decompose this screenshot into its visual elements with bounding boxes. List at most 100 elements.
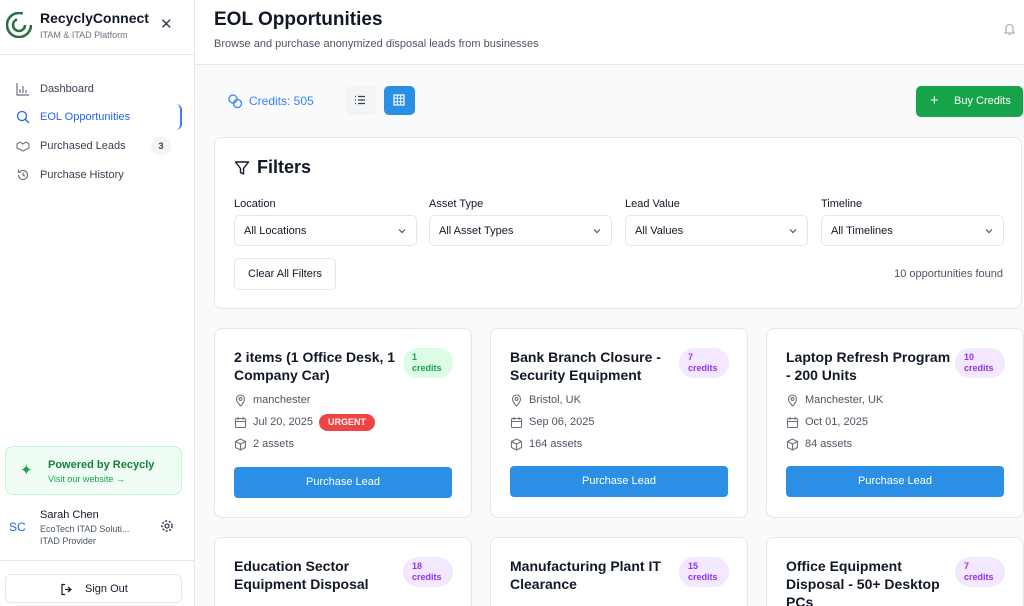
asset-type-select-value: All Asset Types [439,225,514,237]
sidebar-item-label: EOL Opportunities [40,111,131,123]
filters-panel: Filters Location All Locations Asset Typ… [214,137,1022,309]
lead-value-select-value: All Values [635,225,684,237]
assets-text: 84 assets [805,438,853,450]
powered-by-card[interactable]: ✦ Powered by Recycly Visit our website → [5,446,182,495]
brand-header: RecyclyConnect ITAM & ITAD Platform ✕ [0,0,194,55]
calendar-icon [510,417,523,429]
avatar: SC [9,520,26,534]
package-icon [786,438,799,451]
calendar-icon [786,417,799,429]
sidebar-item-eol-opportunities[interactable]: EOL Opportunities [8,104,182,130]
map-pin-icon [787,394,798,407]
assets-text: 164 assets [529,438,583,450]
app-name: RecyclyConnect [40,10,149,26]
credits-value: 1 [412,352,418,362]
credits-badge: 7 credits [955,557,1005,587]
package-icon [510,438,523,451]
buy-credits-label: Buy Credits [954,95,1011,107]
sidebar-item-purchased-leads[interactable]: Purchased Leads 3 [8,133,182,159]
filters-title: Filters [257,157,312,177]
credits-badge: 7 credits [679,348,729,378]
credits-value: 18 [412,561,423,571]
search-icon [16,110,30,124]
sidebar: RecyclyConnect ITAM & ITAD Platform ✕ Da… [0,0,195,606]
page-title: EOL Opportunities [214,9,383,30]
credits-value: 7 [964,561,970,571]
sidebar-item-label: Purchase History [40,169,124,181]
close-icon[interactable]: ✕ [160,15,173,33]
filter-icon [234,161,250,175]
lead-title: Education Sector Equipment Disposal [234,558,369,592]
buy-credits-button[interactable]: + Buy Credits [916,86,1023,117]
urgent-badge: URGENT [319,414,375,431]
location-filter-label: Location [234,198,276,210]
assets-text: 2 assets [253,438,294,450]
app-tagline: ITAM & ITAD Platform [40,30,128,40]
sidebar-item-label: Purchased Leads [40,140,126,152]
website-link[interactable]: Visit our website → [48,474,125,484]
lead-card: Education Sector Equipment Disposal 18 cr… [214,537,472,606]
sign-out-button[interactable]: Sign Out [5,574,182,603]
asset-type-select[interactable]: All Asset Types [429,215,612,246]
credits-unit: credits [412,572,442,582]
lead-card: Laptop Refresh Program - 200 Units 10 cre… [766,328,1024,518]
credits-badge: 15 credits [679,557,729,587]
purchase-lead-button[interactable]: Purchase Lead [234,467,452,498]
recycle-logo-icon [6,12,32,38]
credits-unit: credits [964,363,994,373]
coins-icon [228,94,243,109]
clear-filters-button[interactable]: Clear All Filters [234,258,336,290]
lead-title: Bank Branch Closure - Security Equipment [510,349,661,383]
credits-value: 10 [964,352,975,362]
page-header: EOL Opportunities Browse and purchase an… [195,0,1024,65]
location-text: Manchester, UK [805,394,884,406]
powered-title: Powered by Recycly [48,459,155,471]
lead-value-filter-label: Lead Value [625,198,680,210]
purchase-lead-button[interactable]: Purchase Lead [510,466,728,497]
lead-card: Manufacturing Plant IT Clearance 15 credi… [490,537,748,606]
list-icon [355,95,365,105]
sidebar-item-purchase-history[interactable]: Purchase History [8,162,182,188]
purchase-lead-button[interactable]: Purchase Lead [786,466,1004,497]
credits-badge: 18 credits [403,557,453,587]
date-text: Sep 06, 2025 [529,416,595,428]
map-pin-icon [235,394,246,407]
date-text: Jul 20, 2025 [253,416,313,428]
user-role: ITAD Provider [40,536,96,546]
lead-card: 2 items (1 Office Desk, 1 Company Car) 1… [214,328,472,518]
credits-unit: credits [964,572,994,582]
chevron-down-icon [985,229,993,234]
sparkle-icon: ✦ [20,462,33,479]
history-icon [17,169,29,181]
list-view-button[interactable] [345,86,376,115]
lead-title: Manufacturing Plant IT Clearance [510,558,661,592]
plus-icon: + [930,92,939,109]
calendar-icon [234,417,247,429]
user-profile: SC Sarah Chen EcoTech ITAD Soluti... ITA… [0,503,194,561]
sign-out-label: Sign Out [85,583,128,595]
credits-label: Credits: 505 [249,94,314,108]
grid-view-button[interactable] [384,86,415,115]
sidebar-item-dashboard[interactable]: Dashboard [8,76,182,102]
results-count: 10 opportunities found [894,268,1003,280]
credits-badge: 10 credits [955,348,1005,378]
timeline-select-value: All Timelines [831,225,893,237]
gear-icon[interactable] [160,519,174,533]
bell-icon[interactable] [1003,22,1016,36]
location-select-value: All Locations [244,225,307,237]
map-pin-icon [511,394,522,407]
package-icon [234,438,247,451]
lead-value-select[interactable]: All Values [625,215,808,246]
credits-badge: 1 credits [403,348,453,378]
sidebar-item-label: Dashboard [40,83,94,95]
location-select[interactable]: All Locations [234,215,417,246]
grid-icon [393,94,405,106]
chevron-down-icon [398,229,406,234]
handshake-icon [16,141,30,152]
lead-card: Office Equipment Disposal - 50+ Desktop … [766,537,1024,606]
chevron-down-icon [593,229,601,234]
lead-title: 2 items (1 Office Desk, 1 Company Car) [234,349,396,383]
timeline-select[interactable]: All Timelines [821,215,1004,246]
lead-card: Bank Branch Closure - Security Equipment… [490,328,748,518]
credits-unit: credits [688,572,718,582]
